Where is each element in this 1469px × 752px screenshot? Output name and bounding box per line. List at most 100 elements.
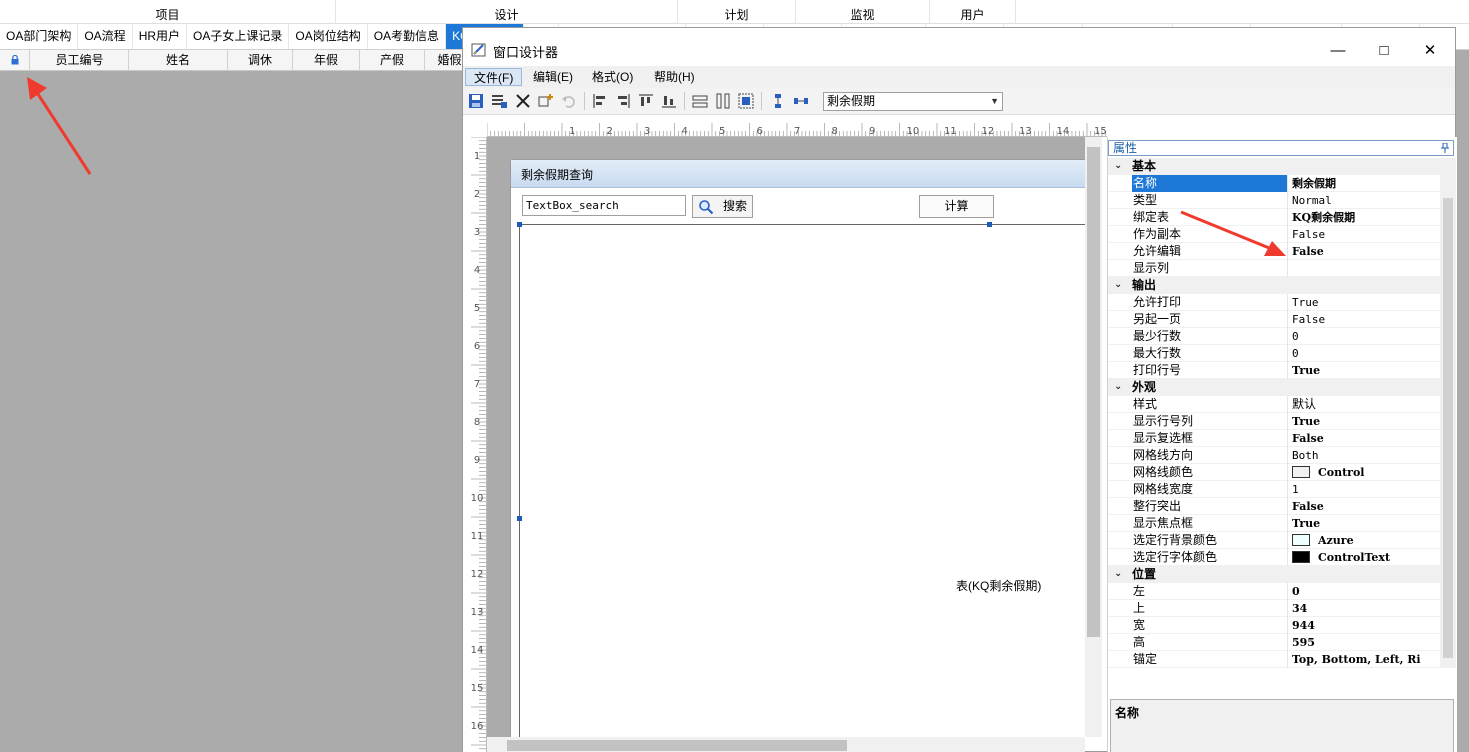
undo-icon[interactable] — [560, 92, 578, 110]
category-design[interactable]: 设计 — [336, 0, 678, 24]
property-value[interactable]: ControlText — [1290, 549, 1440, 566]
scrollbar-thumb[interactable] — [1443, 198, 1453, 658]
same-width-icon[interactable] — [691, 92, 709, 110]
property-category[interactable]: ⌄ 输出 — [1108, 277, 1440, 294]
category-plan[interactable]: 计划 — [678, 0, 796, 24]
property-value[interactable] — [1290, 260, 1440, 277]
property-value[interactable]: False — [1290, 311, 1440, 328]
minimize-button[interactable]: — — [1315, 38, 1361, 64]
same-size-icon[interactable] — [737, 92, 755, 110]
design-canvas[interactable]: 剩余假期查询 TextBox_search 搜索 计算 表(KQ剩余假期) — [487, 137, 1085, 737]
property-row[interactable]: 最少行数 0 — [1108, 328, 1440, 345]
resize-handle[interactable] — [517, 516, 522, 521]
property-value[interactable]: 0 — [1290, 345, 1440, 362]
property-value[interactable]: True — [1290, 413, 1440, 430]
property-row[interactable]: 另起一页 False — [1108, 311, 1440, 328]
property-value[interactable]: 34 — [1290, 600, 1440, 617]
property-row[interactable]: 上 34 — [1108, 600, 1440, 617]
tab-item[interactable]: OA流程 — [78, 24, 133, 49]
property-row[interactable]: 网格线宽度 1 — [1108, 481, 1440, 498]
calculate-button[interactable]: 计算 — [919, 195, 994, 218]
property-row[interactable]: 最大行数 0 — [1108, 345, 1440, 362]
property-row[interactable]: 选定行背景颜色 Azure — [1108, 532, 1440, 549]
property-value[interactable]: Both — [1290, 447, 1440, 464]
tab-item[interactable]: OA子女上课记录 — [187, 24, 290, 49]
property-row[interactable]: 显示行号列 True — [1108, 413, 1440, 430]
property-row[interactable]: 左0 — [1108, 583, 1440, 600]
category-user[interactable]: 用户 — [930, 0, 1016, 24]
property-value[interactable]: False — [1290, 243, 1440, 260]
scrollbar-thumb[interactable] — [1087, 147, 1100, 637]
save-all-icon[interactable] — [490, 92, 508, 110]
chevron-down-icon[interactable]: ⌄ — [1114, 279, 1122, 290]
column-annual-leave[interactable]: 年假 — [293, 50, 360, 71]
property-row[interactable]: 显示复选框 False — [1108, 430, 1440, 447]
property-grid-scrollbar[interactable] — [1440, 158, 1456, 668]
align-top-icon[interactable] — [637, 92, 655, 110]
align-right-icon[interactable] — [614, 92, 632, 110]
tab-item[interactable]: OA考勤信息 — [368, 24, 447, 49]
delete-icon[interactable] — [514, 92, 532, 110]
property-value[interactable]: True — [1290, 294, 1440, 311]
property-row[interactable]: 整行突出 False — [1108, 498, 1440, 515]
category-monitor[interactable]: 监视 — [796, 0, 930, 24]
property-category[interactable]: ⌄ 基本 — [1108, 158, 1440, 175]
property-value[interactable]: Top, Bottom, Left, Ri — [1290, 651, 1440, 668]
resize-handle[interactable] — [987, 222, 992, 227]
property-value[interactable]: Control — [1290, 464, 1440, 481]
property-value[interactable]: False — [1290, 498, 1440, 515]
scrollbar-thumb[interactable] — [507, 740, 847, 751]
property-row[interactable]: 网格线颜色 Control — [1108, 464, 1440, 481]
property-value[interactable]: True — [1290, 362, 1440, 379]
property-value[interactable]: 剩余假期 — [1290, 175, 1440, 192]
pin-icon[interactable] — [1441, 143, 1449, 153]
menu-file[interactable]: 文件(F) — [465, 68, 523, 86]
column-employee-id[interactable]: 员工编号 — [31, 50, 129, 71]
property-value[interactable]: False — [1290, 430, 1440, 447]
tab-item[interactable]: OA岗位结构 — [289, 24, 368, 49]
property-row[interactable]: 样式 默认 — [1108, 396, 1440, 413]
menu-edit[interactable]: 编辑(E) — [525, 68, 581, 86]
property-value[interactable]: 1 — [1290, 481, 1440, 498]
property-row[interactable]: 网格线方向 Both — [1108, 447, 1440, 464]
title-bar[interactable]: 窗口设计器 — □ ✕ — [463, 28, 1455, 66]
chevron-down-icon[interactable]: ⌄ — [1114, 160, 1122, 171]
align-bottom-icon[interactable] — [660, 92, 678, 110]
horizontal-spacing-icon[interactable] — [792, 92, 810, 110]
table-control[interactable]: 表(KQ剩余假期) — [519, 224, 1085, 737]
property-category[interactable]: ⌄ 位置 — [1108, 566, 1440, 583]
resize-handle[interactable] — [517, 222, 522, 227]
property-value[interactable]: 0 — [1290, 328, 1440, 345]
property-value[interactable]: 944 — [1290, 617, 1440, 634]
property-value[interactable]: True — [1290, 515, 1440, 532]
property-row[interactable]: 显示焦点框 True — [1108, 515, 1440, 532]
canvas-horizontal-scrollbar[interactable] — [487, 737, 1085, 752]
tab-item[interactable]: HR用户 — [133, 24, 188, 49]
property-row[interactable]: 允许打印 True — [1108, 294, 1440, 311]
align-left-icon[interactable] — [591, 92, 609, 110]
property-row[interactable]: 高 595 — [1108, 634, 1440, 651]
property-row[interactable]: 选定行字体颜色 ControlText — [1108, 549, 1440, 566]
menu-help[interactable]: 帮助(H) — [646, 68, 703, 86]
property-value[interactable]: 595 — [1290, 634, 1440, 651]
form-selector-combo[interactable]: 剩余假期 ▼ — [823, 92, 1003, 111]
property-value[interactable]: 默认 — [1290, 396, 1440, 413]
vertical-spacing-icon[interactable] — [769, 92, 787, 110]
search-input[interactable]: TextBox_search — [522, 195, 686, 216]
property-row[interactable]: 显示列 — [1108, 260, 1440, 277]
designed-form[interactable]: 剩余假期查询 TextBox_search 搜索 计算 表(KQ剩余假期) — [510, 159, 1085, 737]
column-maternity-leave[interactable]: 产假 — [360, 50, 425, 71]
property-value[interactable]: Normal — [1290, 192, 1440, 209]
category-project[interactable]: 项目 — [0, 0, 336, 24]
property-category[interactable]: ⌄ 外观 — [1108, 379, 1440, 396]
property-row[interactable]: 宽 944 — [1108, 617, 1440, 634]
property-value[interactable]: Azure — [1290, 532, 1440, 549]
row-selector-cell[interactable] — [0, 50, 30, 71]
column-compensatory-leave[interactable]: 调休 — [228, 50, 293, 71]
close-button[interactable]: ✕ — [1407, 38, 1453, 64]
property-row[interactable]: 打印行号 True — [1108, 362, 1440, 379]
same-height-icon[interactable] — [714, 92, 732, 110]
chevron-down-icon[interactable]: ⌄ — [1114, 568, 1122, 579]
property-value[interactable]: 0 — [1290, 583, 1440, 600]
maximize-button[interactable]: □ — [1361, 38, 1407, 64]
